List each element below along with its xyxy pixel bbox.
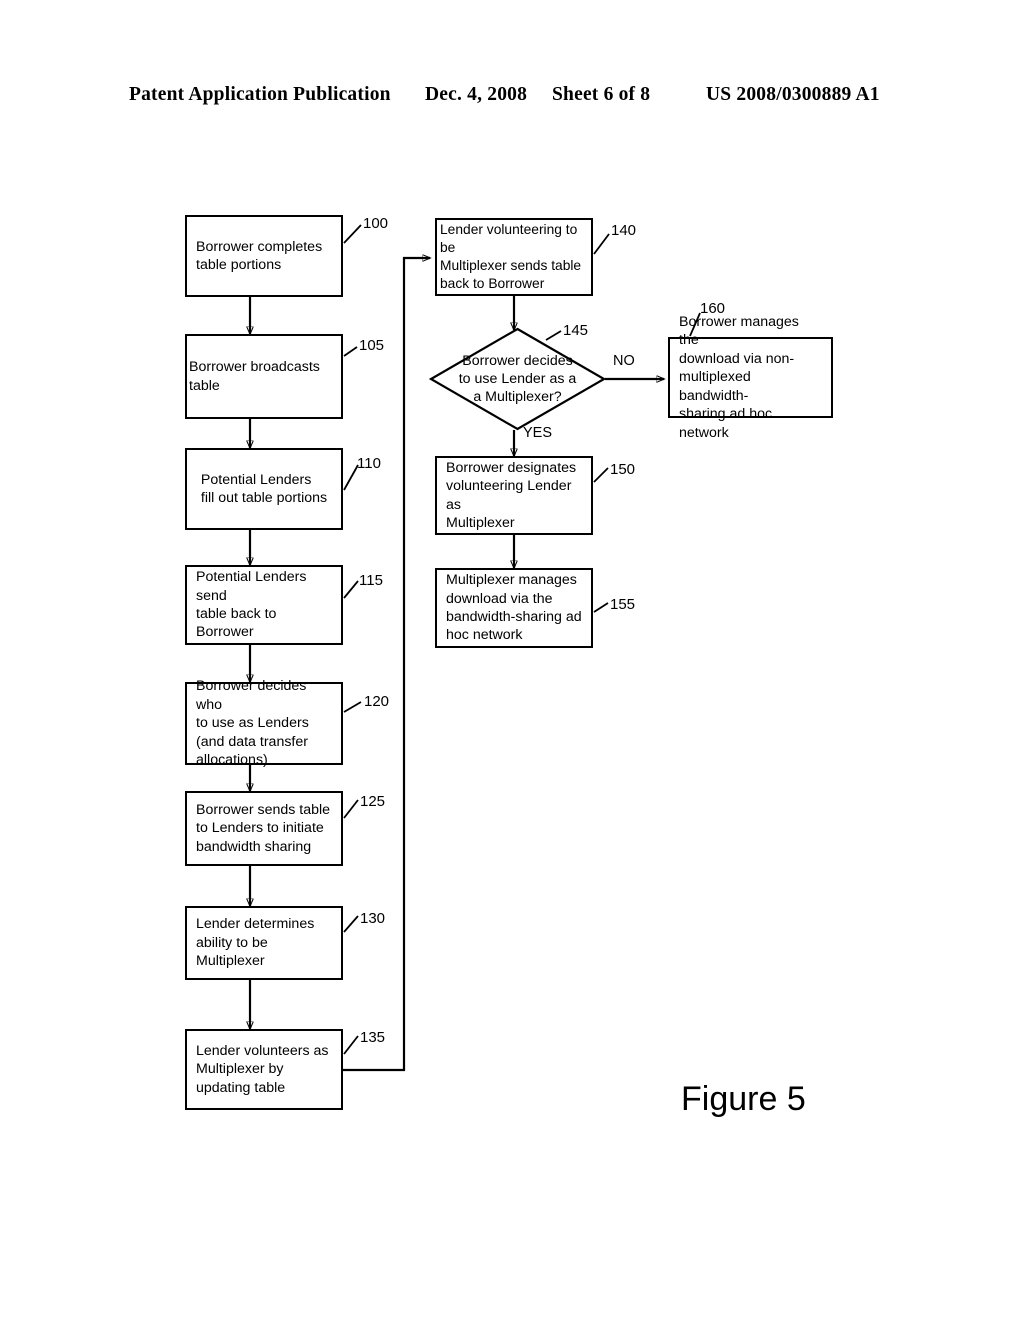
- node-105-text: Borrower broadcasts table: [189, 359, 320, 394]
- ref-numeral-135: 135: [360, 1029, 386, 1046]
- flowchart-node-145: Borrower decides to use Lender as a a Mu…: [428, 327, 607, 431]
- branch-label-yes: YES: [523, 425, 553, 441]
- ref-numeral-155: 155: [610, 596, 636, 613]
- flowchart-node-115: Potential Lenders send table back to Bor…: [185, 565, 343, 645]
- node-155-text: Multiplexer manages download via the ban…: [446, 572, 582, 644]
- ref-numeral-160: 160: [700, 300, 726, 317]
- flowchart-node-155: Multiplexer manages download via the ban…: [435, 568, 593, 648]
- flowchart-node-125: Borrower sends table to Lenders to initi…: [185, 791, 343, 866]
- flowchart-node-140: Lender volunteering to be Multiplexer se…: [435, 218, 593, 296]
- ref-numeral-125: 125: [360, 793, 386, 810]
- node-135-text: Lender volunteers as Multiplexer by upda…: [196, 1042, 329, 1096]
- node-125-text: Borrower sends table to Lenders to initi…: [196, 801, 331, 855]
- flowchart-node-160: Borrower manages the download via non- m…: [668, 314, 833, 441]
- branch-label-no: NO: [613, 353, 635, 369]
- node-150-text: Borrower designates volunteering Lender …: [446, 459, 577, 531]
- node-160-text: Borrower manages the download via non- m…: [679, 313, 799, 441]
- ref-numeral-130: 130: [360, 910, 386, 927]
- flowchart-connectors: [0, 224, 701, 1072]
- node-110-text: Potential Lenders fill out table portion…: [200, 471, 328, 506]
- ref-numeral-145: 145: [563, 322, 589, 339]
- flowchart-node-110: Potential Lenders fill out table portion…: [185, 448, 343, 530]
- flowchart-node-150: Borrower designates volunteering Lender …: [435, 456, 593, 535]
- patent-drawing-page: Patent Application Publication Dec. 4, 2…: [0, 0, 1024, 1320]
- flowchart-diagram: Borrower completes table portions 100 Bo…: [0, 0, 1024, 1320]
- node-140-text: Lender volunteering to be Multiplexer se…: [440, 222, 582, 291]
- ref-numeral-120: 120: [364, 693, 390, 710]
- node-130-text: Lender determines ability to be Multiple…: [196, 916, 315, 970]
- ref-numeral-140: 140: [611, 222, 637, 239]
- ref-numeral-110: 110: [357, 455, 381, 472]
- flowchart-node-105: Borrower broadcasts table: [185, 334, 343, 419]
- node-115-text: Potential Lenders send table back to Bor…: [196, 569, 307, 641]
- ref-numeral-100: 100: [363, 215, 389, 232]
- flowchart-node-100: Borrower completes table portions: [185, 215, 343, 297]
- figure-caption: Figure 5: [681, 1080, 806, 1118]
- ref-numeral-150: 150: [610, 461, 636, 478]
- ref-numeral-115: 115: [359, 572, 383, 589]
- flowchart-node-120: Borrower decides who to use as Lenders (…: [185, 678, 343, 768]
- node-120-text: Borrower decides who to use as Lenders (…: [196, 678, 309, 769]
- node-100-text: Borrower completes table portions: [196, 238, 323, 273]
- ref-numeral-105: 105: [359, 337, 385, 354]
- flowchart-node-135: Lender volunteers as Multiplexer by upda…: [185, 1029, 343, 1110]
- flowchart-node-130: Lender determines ability to be Multiple…: [185, 906, 343, 980]
